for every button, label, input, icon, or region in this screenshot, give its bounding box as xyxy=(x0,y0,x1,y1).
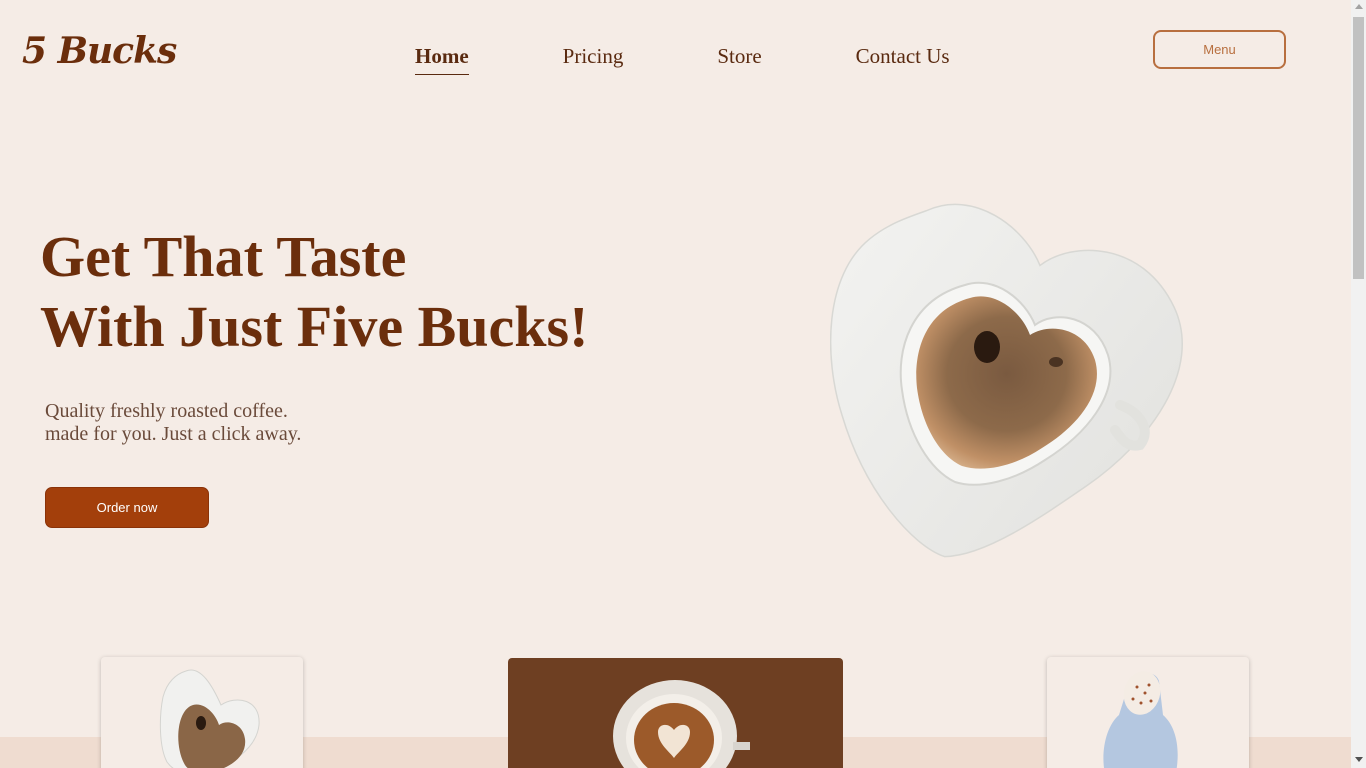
logo[interactable]: 5 Bucks xyxy=(22,30,177,72)
nav-home[interactable]: Home xyxy=(415,44,469,75)
hero-subtitle-line-2: made for you. Just a click away. xyxy=(45,423,302,445)
hero-subtitle: Quality freshly roasted coffee. made for… xyxy=(45,400,301,446)
product-card[interactable] xyxy=(101,657,303,768)
nav-store[interactable]: Store xyxy=(717,44,761,75)
heart-cup-thumb-icon xyxy=(159,669,260,768)
nav-pricing[interactable]: Pricing xyxy=(563,44,624,75)
product-card[interactable] xyxy=(1047,657,1249,768)
main-nav: Home Pricing Store Contact Us xyxy=(415,44,950,75)
latte-art-thumb-icon xyxy=(613,680,750,768)
menu-button[interactable]: Menu xyxy=(1153,30,1286,69)
hero-subtitle-line-1: Quality freshly roasted coffee. xyxy=(45,400,288,422)
hero-title-line-1: Get That Taste xyxy=(40,224,407,289)
blue-mug-thumb-icon xyxy=(1103,671,1178,768)
page: 5 Bucks Home Pricing Store Contact Us Me… xyxy=(0,0,1351,768)
nav-contact-us[interactable]: Contact Us xyxy=(856,44,950,75)
heart-coffee-cup-image xyxy=(830,203,1183,558)
scroll-up-icon[interactable] xyxy=(1355,4,1363,9)
product-card-featured[interactable] xyxy=(508,658,843,768)
scroll-down-icon[interactable] xyxy=(1355,757,1363,762)
vertical-scrollbar[interactable] xyxy=(1351,0,1366,768)
hero-title-line-2: With Just Five Bucks! xyxy=(40,294,589,359)
scroll-thumb[interactable] xyxy=(1353,17,1364,279)
order-now-button[interactable]: Order now xyxy=(45,487,209,528)
hero-title: Get That Taste With Just Five Bucks! xyxy=(40,222,588,362)
